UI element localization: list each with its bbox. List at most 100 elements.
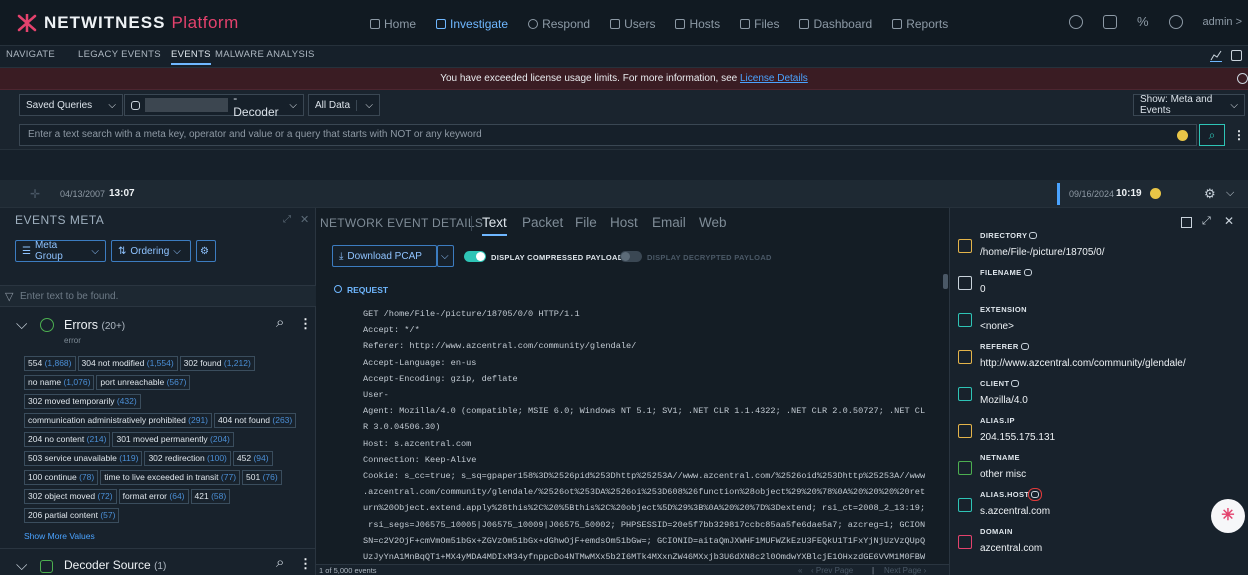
expand-icon[interactable]: ⤢ [283,214,291,225]
logo[interactable]: NETWITNESS Platform [16,13,239,33]
chart-icon[interactable] [1210,50,1222,62]
search-icon[interactable]: ⌕ [276,314,284,331]
tab-host[interactable]: Host [610,215,638,230]
error-value-tag[interactable]: 302 found (1,212) [179,356,255,371]
errors-title[interactable]: Errors (20+) [64,318,125,332]
expand-icon[interactable]: ⤢ [1202,215,1211,228]
tab-email[interactable]: Email [652,215,686,230]
error-value-tag[interactable]: 206 partial content (57) [24,508,120,523]
decoder-source-title[interactable]: Decoder Source (1) [64,558,166,572]
netwitness-assistant-icon[interactable]: ✳ [1211,499,1245,533]
tools-icon[interactable]: % [1137,14,1149,29]
binoculars-icon[interactable] [1028,488,1043,501]
prev-page-link[interactable]: ‹ Prev Page [811,566,853,575]
error-value-tag[interactable]: 100 continue (78) [24,470,99,485]
binoculars-icon[interactable] [1020,343,1029,350]
meta-item[interactable]: ALIAS.IP 204.155.175.131 [950,415,1248,455]
error-value-tag[interactable]: no name (1,076) [24,375,95,390]
menu-files[interactable]: Files [740,15,779,33]
meta-value[interactable]: 204.155.175.131 [980,432,1055,443]
meta-value[interactable]: azcentral.com [980,543,1042,554]
close-icon[interactable]: ✕ [300,213,309,226]
info-icon[interactable] [1177,130,1188,141]
layout-icon[interactable] [1231,50,1242,61]
tab-navigate[interactable]: NAVIGATE [6,49,55,60]
tab-packet[interactable]: Packet [522,215,563,230]
more-icon[interactable]: ⋮ [1233,128,1245,142]
meta-value[interactable]: http://www.azcentral.com/community/glend… [980,358,1186,369]
tab-text[interactable]: Text [482,215,507,230]
error-value-tag[interactable]: port unreachable (567) [96,375,191,390]
chevron-down-icon[interactable]: ⌵ [16,557,27,574]
error-value-tag[interactable]: format error (64) [118,489,189,504]
timeline-handle[interactable] [1057,183,1060,205]
binoculars-icon[interactable] [1029,232,1038,239]
error-value-tag[interactable]: 302 redirection (100) [144,451,231,466]
menu-reports[interactable]: Reports [892,15,948,33]
saved-queries-dropdown[interactable]: Saved Queries ⌵ [19,94,123,116]
close-icon[interactable]: ✕ [1224,214,1234,228]
error-value-tag[interactable]: 452 (94) [232,451,273,466]
tab-legacy-events[interactable]: LEGACY EVENTS [78,49,161,60]
meta-item[interactable]: CLIENT Mozilla/4.0 [950,378,1248,418]
info-icon[interactable] [1150,188,1161,199]
timer-icon[interactable] [1068,14,1083,29]
error-value-tag[interactable]: time to live exceeded in transit (77) [100,470,241,485]
tab-malware-analysis[interactable]: MALWARE ANALYSIS [215,49,315,60]
download-pcap-button[interactable]: ⤓ Download PCAP [332,245,437,267]
tab-file[interactable]: File [575,215,597,230]
menu-users[interactable]: Users [610,15,655,33]
time-range-dropdown[interactable]: All Data ⌵ [308,94,380,116]
chevron-down-icon[interactable]: ⌵ [16,316,27,333]
meta-item[interactable]: NETNAME other misc [950,452,1248,492]
error-value-tag[interactable]: 301 moved permanently (204) [112,432,234,447]
meta-view-icon[interactable] [1181,217,1192,228]
error-value-tag[interactable]: communication administratively prohibite… [24,413,213,428]
meta-value[interactable]: s.azcentral.com [980,506,1050,517]
tab-web[interactable]: Web [699,215,727,230]
tab-events[interactable]: EVENTS [171,49,211,65]
error-value-tag[interactable]: 501 (76) [242,470,282,485]
show-dropdown[interactable]: Show: Meta and Events ⌵ [1133,94,1245,116]
meta-item[interactable]: DOMAIN azcentral.com [950,526,1248,566]
meta-value[interactable]: 0 [980,284,986,295]
search-button[interactable]: ⌕ [1199,124,1225,146]
decrypted-payload-toggle[interactable] [620,251,642,262]
meta-value[interactable]: other misc [980,469,1026,480]
help-icon[interactable] [1168,14,1183,29]
notes-icon[interactable] [1102,14,1117,29]
meta-item[interactable]: ALIAS.HOST s.azcentral.com [950,488,1248,529]
show-more-values-link[interactable]: Show More Values [24,531,95,541]
meta-filter-input[interactable]: ▽ Enter text to be found. [0,285,316,307]
meta-item[interactable]: FILENAME 0 [950,267,1248,307]
error-value-tag[interactable]: 421 (58) [190,489,231,504]
error-value-tag[interactable]: 302 object moved (72) [24,489,117,504]
error-value-tag[interactable]: 404 not found (263) [214,413,297,428]
request-label[interactable]: REQUEST [347,285,388,295]
binoculars-icon[interactable] [1011,380,1020,387]
settings-icon[interactable]: ⚙ [1204,186,1216,202]
error-value-tag[interactable]: 554 (1,868) [24,356,76,371]
meta-value[interactable]: /home/File-/picture/18705/0/ [980,247,1105,258]
meta-item[interactable]: DIRECTORY/home/File-/picture/18705/0/ [950,230,1248,270]
user-menu[interactable]: admin > [1203,16,1242,28]
menu-home[interactable]: Home [370,15,416,33]
meta-group-button[interactable]: ☰ Meta Group ⌵ [15,240,106,262]
error-value-tag[interactable]: 503 service unavailable (119) [24,451,143,466]
menu-dashboard[interactable]: Dashboard [799,15,872,33]
ordering-button[interactable]: ⇅ Ordering ⌵ [111,240,191,262]
meta-item[interactable]: REFERER http://www.azcentral.com/communit… [950,341,1248,381]
pan-icon[interactable]: ✛ [30,187,40,201]
error-value-tag[interactable]: 302 moved temporarily (432) [24,394,141,409]
meta-settings-button[interactable]: ⚙ [196,240,216,262]
meta-item[interactable]: EXTENSION <none> [950,304,1248,344]
meta-value[interactable]: <none> [980,321,1014,332]
service-dropdown[interactable]: - Decoder ⌵ [124,91,304,119]
chevron-down-icon[interactable]: ⌵ [1226,187,1234,200]
license-details-link[interactable]: License Details [740,73,808,84]
more-icon[interactable]: ⋮ [299,556,312,572]
compressed-payloads-toggle[interactable] [464,251,486,262]
error-value-tag[interactable]: 204 no content (214) [24,432,111,447]
first-page-icon[interactable]: « [798,566,802,575]
menu-respond[interactable]: Respond [528,15,590,33]
